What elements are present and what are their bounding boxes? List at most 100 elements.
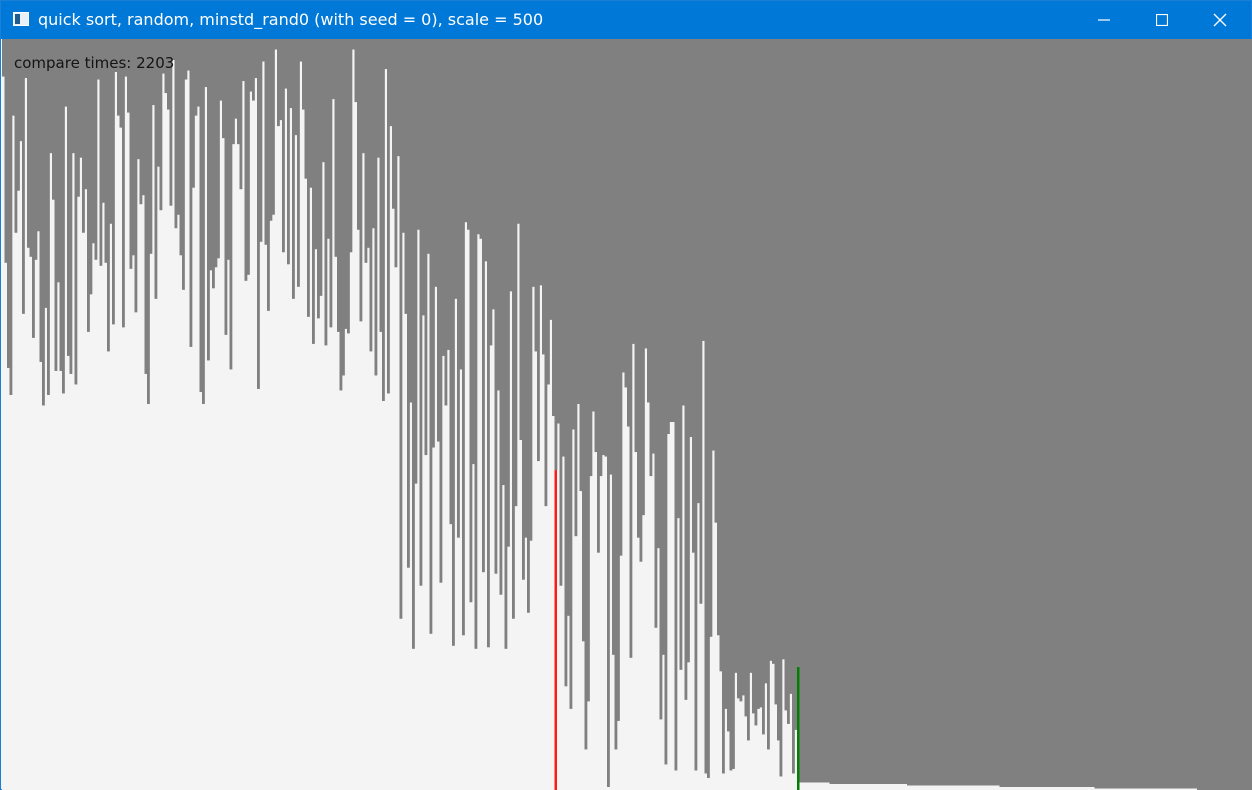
bar <box>1204 39 1208 790</box>
maximize-button[interactable] <box>1139 1 1185 39</box>
bar <box>189 39 193 347</box>
bar <box>929 39 933 786</box>
bar <box>972 39 975 786</box>
bar <box>1232 39 1235 790</box>
bar <box>297 39 300 287</box>
bar <box>907 39 910 786</box>
bar <box>672 39 675 423</box>
bar <box>792 39 795 774</box>
bar <box>489 39 493 346</box>
bar <box>194 39 198 116</box>
bar <box>662 39 665 655</box>
bar <box>787 39 790 724</box>
bar <box>744 39 748 717</box>
bar <box>599 39 603 477</box>
bar <box>242 39 245 82</box>
bar <box>372 39 375 229</box>
bar <box>244 39 248 281</box>
bar <box>1017 39 1020 787</box>
bar <box>147 39 150 404</box>
bar <box>722 39 725 774</box>
bar <box>174 39 178 229</box>
bar <box>897 39 900 784</box>
bar <box>997 39 1000 786</box>
bar <box>342 39 345 376</box>
bar <box>412 39 415 649</box>
bar <box>554 39 558 471</box>
bar <box>562 39 565 457</box>
bar <box>1117 39 1120 789</box>
bar <box>492 39 495 310</box>
bar <box>1082 39 1085 787</box>
bar <box>1189 39 1193 789</box>
bar <box>687 39 690 663</box>
bar <box>1152 39 1155 789</box>
bar <box>1234 39 1238 790</box>
close-icon <box>1213 13 1227 27</box>
bar <box>942 39 945 786</box>
bar <box>282 39 285 253</box>
bar <box>724 39 728 709</box>
bar <box>62 39 65 394</box>
bar <box>469 39 473 603</box>
bar <box>312 39 315 344</box>
bar <box>437 39 440 442</box>
bar <box>694 39 698 771</box>
bar <box>937 39 940 786</box>
bar <box>677 39 680 519</box>
bar <box>739 39 743 702</box>
bar <box>854 39 858 784</box>
minimize-button[interactable] <box>1081 1 1127 39</box>
bar <box>479 39 483 239</box>
bar <box>649 39 653 477</box>
bar <box>207 39 210 361</box>
bar <box>587 39 590 702</box>
bar <box>659 39 663 720</box>
bar <box>339 39 343 391</box>
minimize-icon <box>1098 19 1110 21</box>
bar <box>979 39 983 786</box>
bar <box>614 39 618 750</box>
bar <box>272 39 275 215</box>
bar <box>999 39 1003 787</box>
bar <box>777 39 780 741</box>
bar <box>779 39 783 777</box>
bar <box>557 39 560 424</box>
bar <box>392 39 395 209</box>
bar <box>214 39 218 268</box>
bar <box>344 39 348 329</box>
bar <box>714 39 718 523</box>
bar <box>564 39 568 687</box>
bar <box>1107 39 1110 789</box>
bar <box>762 39 765 735</box>
bar <box>602 39 605 456</box>
bar <box>1034 39 1038 787</box>
bar <box>884 39 888 784</box>
bar <box>1049 39 1053 787</box>
bar <box>187 39 190 71</box>
bar <box>612 39 615 655</box>
bar <box>279 39 283 121</box>
bar <box>989 39 993 786</box>
bar <box>772 39 775 664</box>
bar <box>1027 39 1030 787</box>
bar <box>459 39 463 370</box>
bar <box>982 39 985 786</box>
bar <box>669 39 673 423</box>
bar <box>1164 39 1168 789</box>
bar <box>707 39 710 778</box>
bar <box>222 39 225 139</box>
sort-visualization <box>2 39 1252 790</box>
bar <box>1007 39 1010 787</box>
bar <box>224 39 228 335</box>
close-button[interactable] <box>1197 1 1243 39</box>
bar <box>764 39 768 684</box>
bar <box>292 39 295 299</box>
bar <box>107 39 110 352</box>
bar <box>894 39 898 784</box>
title-bar[interactable]: quick sort, random, minstd_rand0 (with s… <box>1 1 1251 39</box>
bar <box>209 39 213 271</box>
bar <box>1144 39 1148 789</box>
bar <box>1169 39 1173 789</box>
bar <box>617 39 620 721</box>
